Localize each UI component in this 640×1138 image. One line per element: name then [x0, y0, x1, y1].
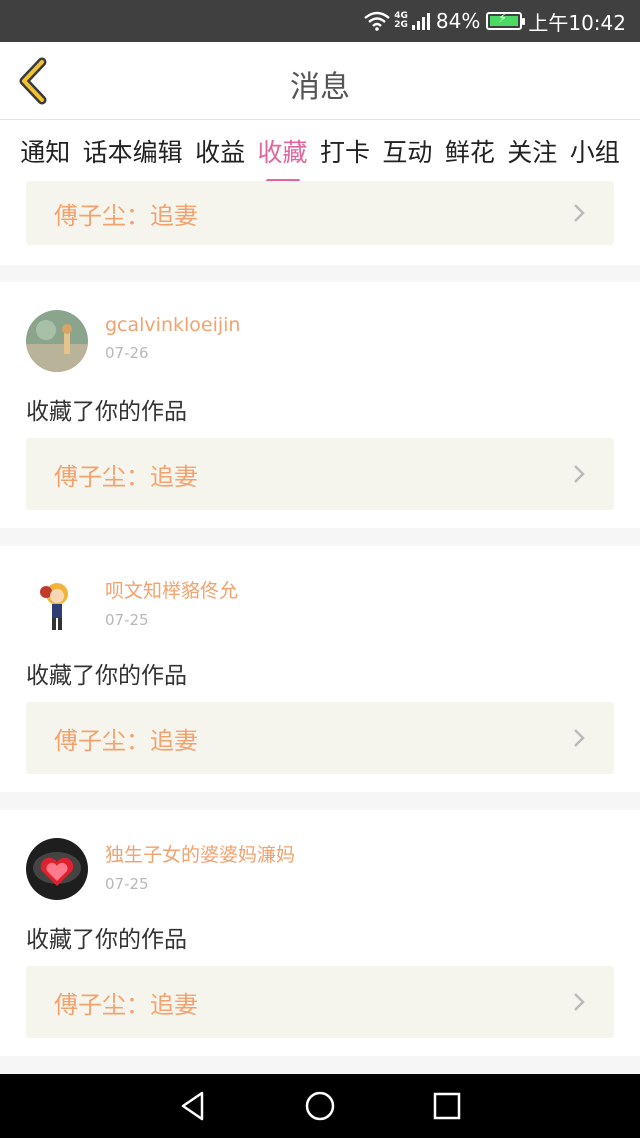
author-row: 呗文知榉貉佟允 07-25: [26, 574, 238, 636]
nav-back-button[interactable]: [173, 1086, 213, 1126]
message-date: 07-25: [105, 610, 149, 629]
tab-check-in[interactable]: 打卡: [320, 133, 370, 169]
wifi-icon: [364, 11, 391, 31]
message-date: 07-25: [105, 874, 149, 893]
author-name[interactable]: gcalvinkloeijin: [105, 314, 240, 336]
tab-earnings[interactable]: 收益: [195, 133, 245, 169]
author-row: 独生子女的婆婆妈濂妈 07-25: [26, 838, 295, 900]
work-link[interactable]: 傅子尘：追妻: [26, 702, 614, 774]
chevron-right-icon: [574, 465, 585, 483]
nav-home-button[interactable]: [300, 1086, 340, 1126]
message-card: gcalvinkloeijin 07-26 收藏了你的作品 傅子尘：追妻: [0, 282, 640, 528]
work-title: 傅子尘：追妻: [54, 990, 198, 1019]
work-link[interactable]: 傅子尘：追妻: [26, 438, 614, 510]
battery-percent: 84%: [435, 9, 481, 33]
network-2g: 2G: [394, 20, 408, 30]
tab-flowers[interactable]: 鲜花: [445, 133, 495, 169]
app-header: 消息: [0, 42, 640, 120]
signal-icon: [411, 12, 430, 30]
chevron-right-icon: [574, 729, 585, 747]
avatar[interactable]: [26, 574, 88, 636]
work-link[interactable]: 傅子尘：追妻: [26, 966, 614, 1038]
system-nav-bar: [0, 1074, 640, 1138]
work-title: 傅子尘：追妻: [54, 462, 198, 491]
nav-recents-button[interactable]: [427, 1086, 467, 1126]
author-name[interactable]: 呗文知榉貉佟允: [105, 576, 238, 603]
work-title: 傅子尘：追妻: [54, 201, 198, 230]
triangle-back-icon: [182, 1091, 204, 1121]
tab-interactions[interactable]: 互动: [382, 133, 432, 169]
message-card: 独生子女的婆婆妈濂妈 07-25 收藏了你的作品 傅子尘：追妻: [0, 810, 640, 1056]
square-recents-icon: [433, 1092, 460, 1120]
message-card-partial: 傅子尘：追妻: [0, 181, 640, 265]
author-name[interactable]: 独生子女的婆婆妈濂妈: [105, 840, 295, 867]
tab-following[interactable]: 关注: [507, 133, 557, 169]
chevron-right-icon: [574, 993, 585, 1011]
status-bar: 4G 2G 84% 上午10:42: [0, 0, 640, 42]
avatar-image: [26, 310, 88, 372]
message-card: 呗文知榉貉佟允 07-25 收藏了你的作品 傅子尘：追妻: [0, 546, 640, 792]
network-type: 4G 2G: [394, 12, 408, 30]
work-link[interactable]: 傅子尘：追妻: [26, 181, 614, 245]
chevron-right-icon: [574, 204, 585, 222]
avatar-image: [26, 838, 88, 900]
clock: 上午10:42: [528, 10, 626, 35]
author-row: gcalvinkloeijin 07-26: [26, 310, 240, 372]
tab-groups[interactable]: 小组: [570, 133, 620, 169]
battery-icon: [486, 11, 526, 30]
action-text: 收藏了你的作品: [26, 663, 187, 689]
action-text: 收藏了你的作品: [26, 399, 187, 425]
tab-notifications[interactable]: 通知: [20, 133, 70, 169]
avatar[interactable]: [26, 310, 88, 372]
page-title: 消息: [290, 70, 350, 105]
work-title: 傅子尘：追妻: [54, 726, 198, 755]
message-date: 07-26: [105, 344, 149, 362]
message-feed[interactable]: 傅子尘：追妻 gcalvinkloeijin 07-26 收藏了你的作品 傅子尘…: [0, 181, 640, 1074]
category-tabs: 通知 话本编辑 收益 收藏 打卡 互动 鲜花 关注 小组: [0, 121, 640, 183]
status-icons: 4G 2G: [364, 11, 430, 31]
circle-home-icon: [305, 1091, 335, 1121]
action-text: 收藏了你的作品: [26, 927, 187, 953]
avatar[interactable]: [26, 838, 88, 900]
avatar-image: [26, 574, 88, 636]
tab-script-editor[interactable]: 话本编辑: [83, 133, 183, 169]
tab-favorites[interactable]: 收藏: [258, 133, 308, 183]
